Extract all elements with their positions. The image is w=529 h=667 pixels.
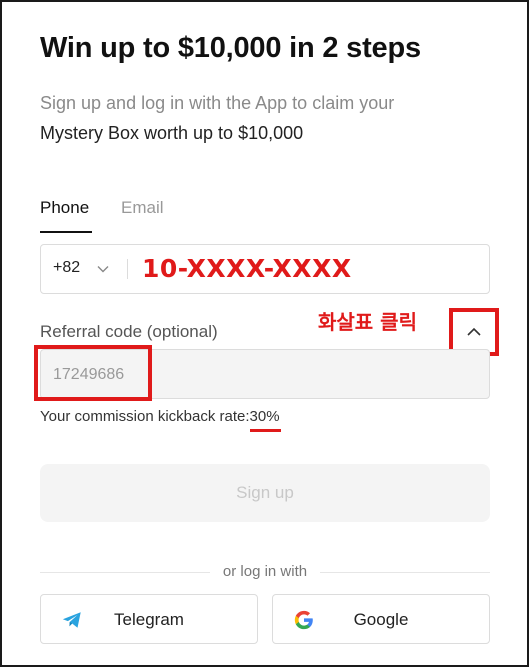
country-code-selector[interactable]: +82 bbox=[53, 259, 80, 277]
telegram-login-label: Telegram bbox=[114, 610, 184, 629]
divider-right bbox=[320, 572, 490, 573]
rate-underline-annotation bbox=[250, 429, 281, 432]
google-login-label: Google bbox=[353, 610, 409, 629]
phone-field[interactable]: +82 10-XXXX-XXXX bbox=[40, 244, 490, 294]
phone-number-annotation[interactable]: 10-XXXX-XXXX bbox=[142, 254, 352, 283]
page-title: Win up to $10,000 in 2 steps bbox=[40, 32, 421, 64]
referral-code-field[interactable] bbox=[40, 349, 490, 399]
subtitle-line-2: Mystery Box worth up to $10,000 bbox=[40, 123, 304, 143]
active-tab-indicator bbox=[40, 231, 92, 233]
divider-left bbox=[40, 572, 210, 573]
page-subtitle: Sign up and log in with the App to claim… bbox=[40, 88, 500, 148]
tab-email[interactable]: Email bbox=[121, 198, 164, 218]
referral-code-input[interactable] bbox=[53, 362, 473, 388]
subtitle-line-1: Sign up and log in with the App to claim… bbox=[40, 93, 395, 113]
commission-rate-text: Your commission kickback rate:30% bbox=[40, 408, 280, 425]
referral-code-label: Referral code (optional) bbox=[40, 322, 218, 341]
google-login-button[interactable]: Google bbox=[272, 594, 490, 644]
field-divider bbox=[127, 259, 128, 279]
chevron-up-icon bbox=[467, 327, 481, 336]
chevron-down-icon[interactable] bbox=[96, 262, 110, 276]
telegram-login-button[interactable]: Telegram bbox=[40, 594, 258, 644]
click-arrow-annotation: 화살표 클릭 bbox=[318, 310, 417, 334]
signup-button[interactable]: Sign up bbox=[40, 464, 490, 522]
tab-phone[interactable]: Phone bbox=[40, 198, 89, 218]
alt-login-divider-text: or log in with bbox=[222, 563, 308, 580]
